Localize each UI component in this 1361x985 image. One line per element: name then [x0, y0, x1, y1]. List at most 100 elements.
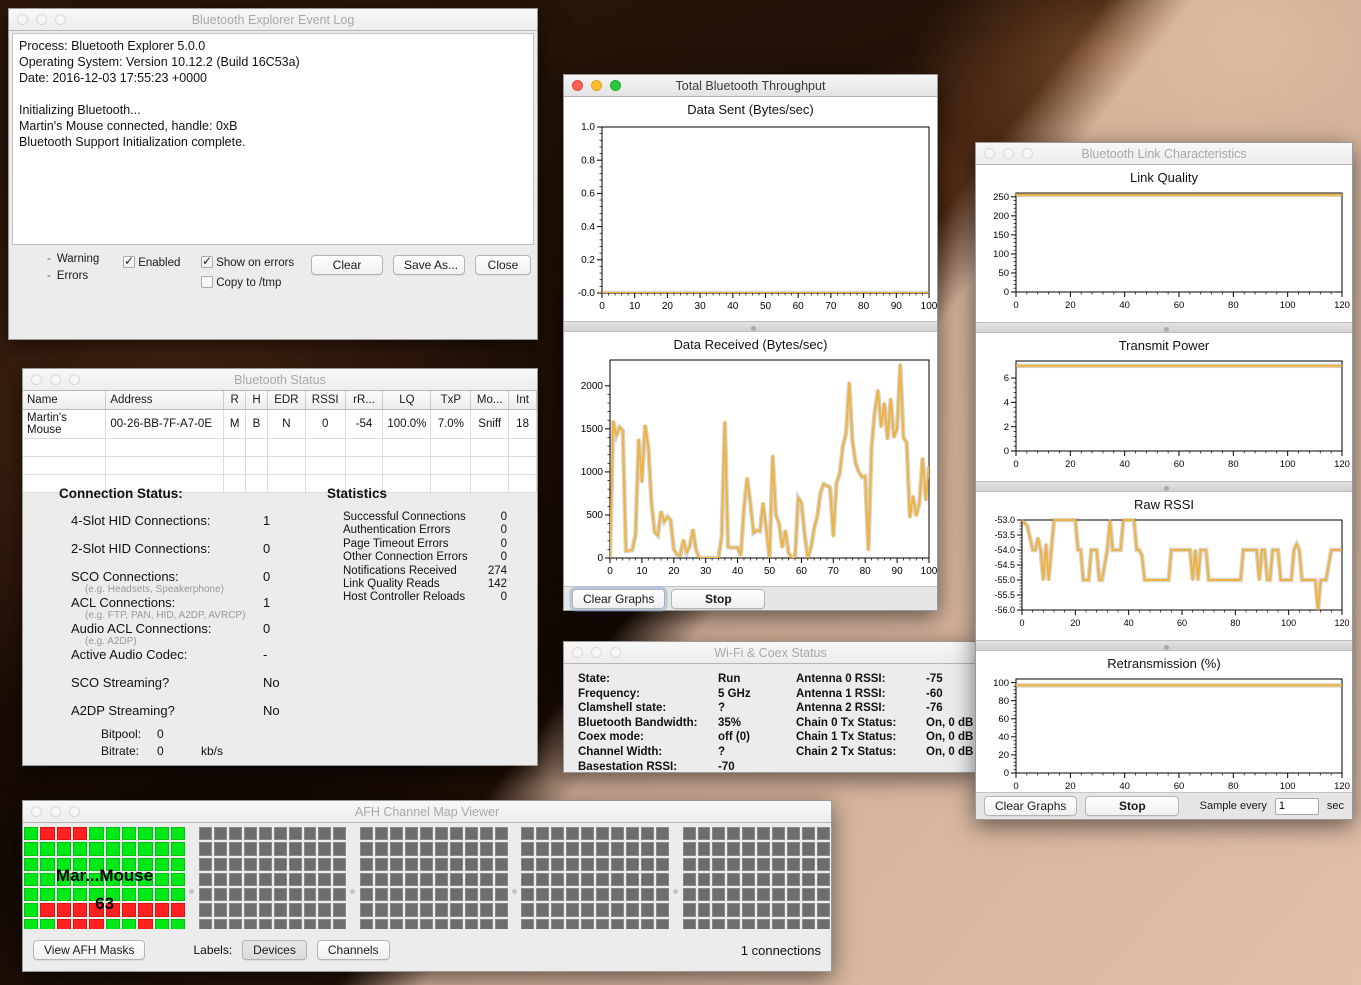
afh-cell[interactable] — [641, 858, 654, 871]
afh-cell[interactable] — [214, 903, 227, 916]
afh-cell[interactable] — [727, 903, 740, 916]
afh-cell[interactable] — [581, 903, 594, 916]
afh-cell[interactable] — [24, 842, 38, 855]
afh-cell[interactable] — [244, 858, 257, 871]
afh-cell[interactable] — [551, 842, 564, 855]
afh-cell[interactable] — [551, 888, 564, 901]
afh-cell[interactable] — [698, 888, 711, 901]
afh-cell[interactable] — [742, 842, 755, 855]
afh-cell[interactable] — [199, 903, 212, 916]
afh-cell[interactable] — [375, 903, 388, 916]
afh-titlebar[interactable]: AFH Channel Map Viewer — [23, 801, 831, 823]
afh-cell[interactable] — [73, 858, 87, 871]
afh-cell[interactable] — [304, 858, 317, 871]
afh-cell[interactable] — [24, 903, 38, 916]
afh-cell[interactable] — [214, 858, 227, 871]
window-controls[interactable] — [23, 806, 80, 817]
afh-cell[interactable] — [626, 903, 639, 916]
close-icon[interactable] — [572, 80, 583, 91]
afh-cell[interactable] — [787, 888, 800, 901]
afh-cell[interactable] — [566, 888, 579, 901]
afh-cell[interactable] — [712, 858, 725, 871]
afh-cell[interactable] — [521, 903, 534, 916]
event-log-text[interactable]: Process: Bluetooth Explorer 5.0.0 Operat… — [12, 33, 534, 245]
afh-cell[interactable] — [289, 858, 302, 871]
afh-cell[interactable] — [73, 873, 87, 886]
afh-cell[interactable] — [435, 827, 448, 840]
throughput-titlebar[interactable]: Total Bluetooth Throughput — [564, 75, 937, 97]
afh-cell[interactable] — [214, 888, 227, 901]
afh-cell[interactable] — [214, 873, 227, 886]
col-h[interactable]: H — [246, 391, 268, 409]
afh-cell[interactable] — [229, 827, 242, 840]
table-row[interactable]: Martin's Mouse 00-26-BB-7F-A7-0E M B N 0… — [23, 409, 537, 438]
afh-cell[interactable] — [375, 873, 388, 886]
close-icon[interactable] — [572, 647, 583, 658]
afh-cell[interactable] — [581, 888, 594, 901]
afh-cell[interactable] — [274, 842, 287, 855]
device-table[interactable]: Name Address R H EDR RSSI rR... LQ TxP M… — [23, 391, 537, 493]
afh-cell[interactable] — [450, 858, 463, 871]
afh-cell[interactable] — [480, 858, 493, 871]
afh-cell[interactable] — [521, 827, 534, 840]
afh-cell[interactable] — [40, 858, 54, 871]
afh-cell[interactable] — [802, 858, 815, 871]
afh-cell[interactable] — [656, 873, 669, 886]
afh-cell[interactable] — [304, 888, 317, 901]
afh-cell[interactable] — [89, 827, 103, 840]
afh-cell[interactable] — [318, 827, 331, 840]
afh-cell[interactable] — [214, 827, 227, 840]
window-controls[interactable] — [564, 647, 621, 658]
afh-cell[interactable] — [596, 842, 609, 855]
afh-cell[interactable] — [641, 888, 654, 901]
afh-cell[interactable] — [304, 903, 317, 916]
afh-cell[interactable] — [772, 873, 785, 886]
afh-cell[interactable] — [229, 888, 242, 901]
afh-cell[interactable] — [318, 873, 331, 886]
col-txp[interactable]: TxP — [431, 391, 471, 409]
close-icon[interactable] — [984, 148, 995, 159]
afh-cell[interactable] — [244, 827, 257, 840]
afh-cell[interactable] — [596, 873, 609, 886]
afh-cell[interactable] — [787, 903, 800, 916]
afh-cell[interactable] — [435, 842, 448, 855]
afh-cell[interactable] — [683, 888, 696, 901]
afh-cell[interactable] — [626, 858, 639, 871]
minimize-icon[interactable] — [50, 806, 61, 817]
afh-cell[interactable] — [641, 873, 654, 886]
afh-cell[interactable] — [122, 827, 136, 840]
afh-cell[interactable] — [435, 903, 448, 916]
afh-cell[interactable] — [390, 888, 403, 901]
afh-cell[interactable] — [757, 842, 770, 855]
afh-cell[interactable] — [138, 873, 152, 886]
afh-cell[interactable] — [259, 888, 272, 901]
afh-cell[interactable] — [420, 903, 433, 916]
afh-cell[interactable] — [551, 827, 564, 840]
afh-cell[interactable] — [802, 842, 815, 855]
afh-cell[interactable] — [390, 873, 403, 886]
afh-cell[interactable] — [171, 842, 185, 855]
afh-cell[interactable] — [683, 827, 696, 840]
col-name[interactable]: Name — [23, 391, 106, 409]
close-icon[interactable] — [17, 14, 28, 25]
afh-cell[interactable] — [40, 888, 54, 901]
afh-cell[interactable] — [817, 903, 830, 916]
afh-cell[interactable] — [199, 873, 212, 886]
afh-cell[interactable] — [244, 873, 257, 886]
afh-cell[interactable] — [757, 873, 770, 886]
stop-button[interactable]: Stop — [1085, 796, 1179, 816]
afh-cell[interactable] — [521, 873, 534, 886]
afh-cell[interactable] — [536, 842, 549, 855]
afh-cell[interactable] — [57, 873, 71, 886]
afh-cell[interactable] — [390, 842, 403, 855]
afh-cell[interactable] — [274, 873, 287, 886]
afh-cell[interactable] — [611, 858, 624, 871]
afh-cell[interactable] — [89, 858, 103, 871]
afh-cell[interactable] — [581, 842, 594, 855]
afh-cell[interactable] — [57, 903, 71, 916]
afh-cell[interactable] — [138, 827, 152, 840]
afh-cell[interactable] — [360, 858, 373, 871]
col-lq[interactable]: LQ — [383, 391, 431, 409]
afh-cell[interactable] — [89, 842, 103, 855]
afh-cell[interactable] — [390, 858, 403, 871]
